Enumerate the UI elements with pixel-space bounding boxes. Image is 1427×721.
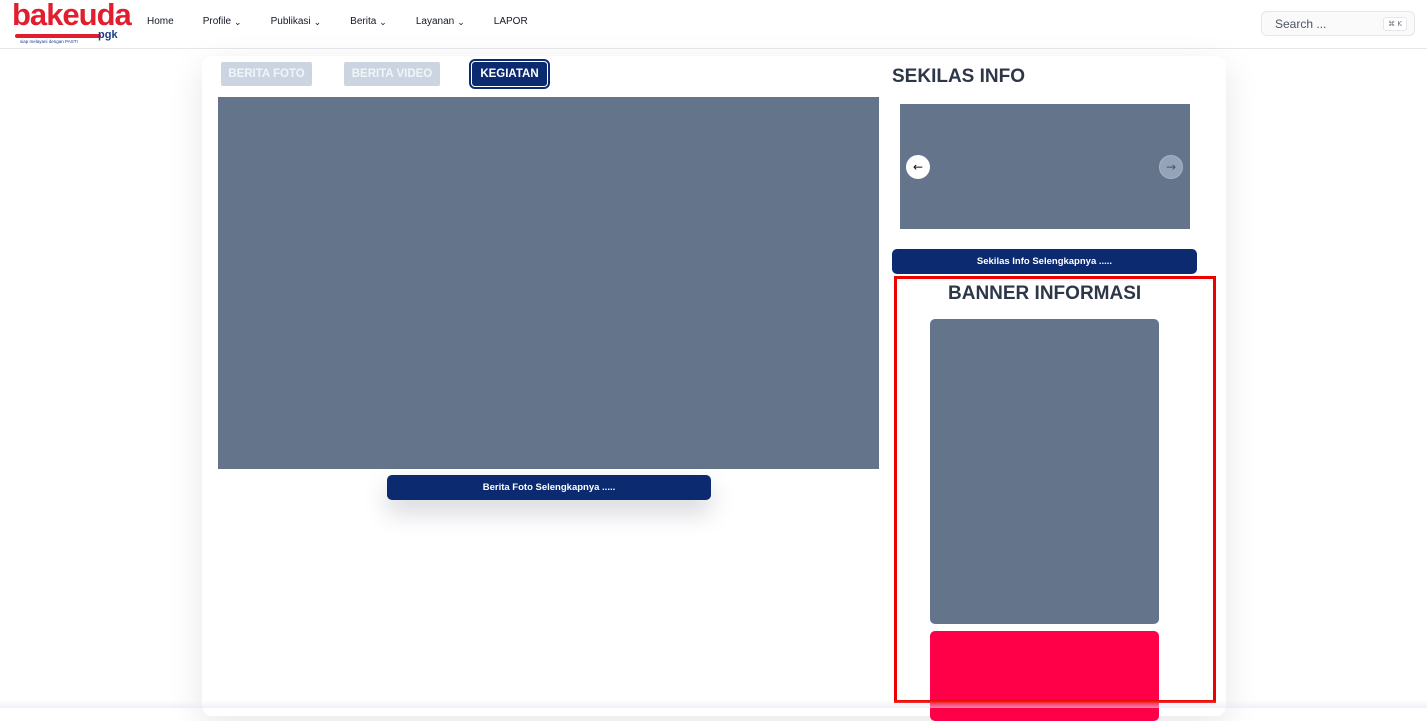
tab-label: BERITA FOTO <box>228 68 305 80</box>
bakeuda-logo[interactable]: bakeuda siap melayani dengan PASTI pgk <box>12 0 132 45</box>
sekilas-info-more-button[interactable]: Sekilas Info Selengkapnya ..... <box>892 249 1197 274</box>
nav-item-label: Berita <box>350 16 377 27</box>
button-label: Sekilas Info Selengkapnya ..... <box>976 256 1113 267</box>
nav-item-label: Layanan <box>415 16 455 27</box>
tab-kegiatan[interactable]: KEGIATAN <box>469 59 550 89</box>
nav-item-publikasi[interactable]: Publikasi ⌄ <box>271 16 322 27</box>
nav-item-lapor[interactable]: LAPOR <box>494 16 528 27</box>
logo-underline <box>15 34 101 38</box>
tab-berita-video[interactable]: BERITA VIDEO <box>344 62 440 86</box>
logo-suffix: pgk <box>98 29 118 41</box>
chevron-down-icon: ⌄ <box>379 17 387 27</box>
tab-label: KEGIATAN <box>480 68 539 80</box>
nav-item-label: LAPOR <box>493 16 528 27</box>
bottom-shadow <box>0 700 1427 708</box>
sekilas-info-title: SEKILAS INFO <box>892 66 1026 87</box>
news-media-placeholder[interactable] <box>218 97 879 469</box>
arrow-left-icon[interactable]: ← <box>906 155 930 179</box>
highlight-annotation-box <box>894 276 1216 703</box>
logo-wordmark: bakeuda <box>12 0 132 32</box>
search-box[interactable]: ⌘ K <box>1261 11 1415 36</box>
logo-tagline: siap melayani dengan PASTI <box>20 39 78 44</box>
tab-berita-foto[interactable]: BERITA FOTO <box>221 62 312 86</box>
nav-item-label: Home <box>147 16 174 27</box>
nav-item-home[interactable]: Home <box>147 16 174 27</box>
nav-item-label: Publikasi <box>270 16 311 27</box>
main-nav: Home Profile ⌄ Publikasi ⌄ Berita ⌄ Laya… <box>147 16 557 27</box>
nav-item-profile[interactable]: Profile ⌄ <box>203 16 242 27</box>
sekilas-info-slider[interactable] <box>900 104 1190 229</box>
nav-item-berita[interactable]: Berita ⌄ <box>350 16 387 27</box>
arrow-right-icon[interactable]: → <box>1159 155 1183 179</box>
site-header: bakeuda siap melayani dengan PASTI pgk H… <box>0 0 1427 49</box>
chevron-down-icon: ⌄ <box>234 17 242 27</box>
tab-label: BERITA VIDEO <box>351 68 433 80</box>
nav-item-label: Profile <box>202 16 232 27</box>
chevron-down-icon: ⌄ <box>313 17 322 27</box>
chevron-down-icon: ⌄ <box>457 17 465 27</box>
berita-foto-more-button[interactable]: Berita Foto Selengkapnya ..... <box>387 475 711 500</box>
button-label: Berita Foto Selengkapnya ..... <box>482 482 616 493</box>
keyboard-shortcut-badge: ⌘ K <box>1383 17 1407 31</box>
search-input[interactable] <box>1275 16 1375 31</box>
nav-item-layanan[interactable]: Layanan ⌄ <box>416 16 465 27</box>
